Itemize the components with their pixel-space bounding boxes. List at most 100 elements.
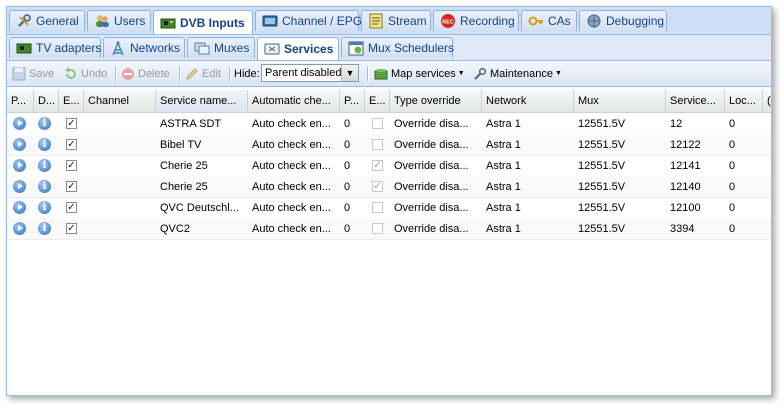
tab-cas[interactable]: CAs [521,10,577,31]
column-header[interactable]: P... [7,90,34,112]
priority-cell[interactable]: 0 [340,155,365,176]
column-header[interactable]: Network [482,90,574,112]
delete-button[interactable]: Delete [121,65,170,82]
table-row[interactable]: i ✓ QVC Deutschl... Auto check en... 0 Overri… [7,197,771,219]
local-cell[interactable]: 0 [725,113,763,134]
type-override-cell[interactable]: Override disa... [390,176,482,197]
column-header[interactable]: Service... [666,90,725,112]
auto-check-cell[interactable]: Auto check en... [248,197,340,218]
auto-check-cell[interactable]: Auto check en... [248,113,340,134]
table-row[interactable]: i ✓ Cherie 25 Auto check en... 0 ✓ Override di… [7,176,771,198]
auto-check-cell[interactable]: Auto check en... [248,134,340,155]
channel-cell[interactable] [84,134,156,155]
channel-cell[interactable] [84,113,156,134]
encrypted-checkbox[interactable] [372,118,383,129]
column-header[interactable]: E... [59,90,84,112]
enabled-cell[interactable]: ✓ [62,176,84,197]
table-row[interactable]: i ✓ QVC2 Auto check en... 0 Override disa... A… [7,218,771,240]
tab-general[interactable]: General [9,10,85,31]
network-cell[interactable]: Astra 1 [482,113,574,134]
mux-cell[interactable]: 12551.5V [574,218,666,239]
enabled-checkbox[interactable]: ✓ [66,118,77,129]
save-button[interactable]: Save [12,65,54,82]
enabled-cell[interactable]: ✓ [62,197,84,218]
network-cell[interactable]: Astra 1 [482,176,574,197]
tab-channel-epg[interactable]: Channel / EPG [255,10,362,31]
encrypted-checkbox[interactable] [372,139,383,150]
enabled-cell[interactable]: ✓ [62,134,84,155]
encrypted-cell[interactable] [368,218,390,239]
encrypted-checkbox[interactable] [372,202,383,213]
play-icon[interactable] [13,159,26,172]
details-cell[interactable]: i [34,197,59,218]
tab-tv-adapters[interactable]: TV adapters [9,37,101,58]
column-header[interactable]: Loc... [725,90,763,112]
mux-cell[interactable]: 12551.5V [574,197,666,218]
network-cell[interactable]: Astra 1 [482,197,574,218]
encrypted-checkbox[interactable] [372,223,383,234]
encrypted-checkbox[interactable]: ✓ [372,181,383,192]
local-cell[interactable]: 0 [725,155,763,176]
play-icon[interactable] [13,201,26,214]
play-cell[interactable] [9,155,34,176]
enabled-checkbox[interactable]: ✓ [66,223,77,234]
play-cell[interactable] [9,113,34,134]
priority-cell[interactable]: 0 [340,113,365,134]
column-header[interactable]: D... [34,90,59,112]
service-name-cell[interactable]: ASTRA SDT [156,113,248,134]
hide-select[interactable]: Parent disabled ▼ [261,64,359,82]
service-name-cell[interactable]: QVC2 [156,218,248,239]
play-icon[interactable] [13,138,26,151]
info-icon[interactable]: i [38,117,51,130]
service-id-cell[interactable]: 12122 [666,134,725,155]
priority-cell[interactable]: 0 [340,197,365,218]
network-cell[interactable]: Astra 1 [482,218,574,239]
details-cell[interactable]: i [34,176,59,197]
service-id-cell[interactable]: 12141 [666,155,725,176]
type-override-cell[interactable]: Override disa... [390,113,482,134]
encrypted-checkbox[interactable]: ✓ [372,160,383,171]
edit-button[interactable]: Edit [185,65,221,82]
tab-dvb-inputs[interactable]: DVB Inputs [153,10,253,34]
type-override-cell[interactable]: Override disa... [390,155,482,176]
enabled-cell[interactable]: ✓ [62,218,84,239]
details-cell[interactable]: i [34,155,59,176]
tab-mux-schedulers[interactable]: Mux Schedulers [341,37,454,58]
auto-check-cell[interactable]: Auto check en... [248,155,340,176]
tab-muxes[interactable]: Muxes [187,37,255,58]
column-header[interactable]: E... [365,90,390,112]
tab-networks[interactable]: Networks [103,37,185,58]
channel-cell[interactable] [84,218,156,239]
encrypted-cell[interactable] [368,197,390,218]
column-header[interactable]: Service name... [156,90,248,112]
local-cell[interactable]: 0 [725,197,763,218]
maintenance-button[interactable]: Maintenance ▼ [473,65,562,82]
channel-cell[interactable] [84,197,156,218]
column-header[interactable]: Mux [574,90,666,112]
mux-cell[interactable]: 12551.5V [574,113,666,134]
tab-services[interactable]: Services [257,37,339,60]
play-cell[interactable] [9,197,34,218]
enabled-checkbox[interactable]: ✓ [66,139,77,150]
map-services-button[interactable]: Map services ▼ [374,65,465,82]
tab-stream[interactable]: Stream [361,10,431,31]
info-icon[interactable]: i [38,159,51,172]
channel-cell[interactable] [84,155,156,176]
service-name-cell[interactable]: QVC Deutschl... [156,197,248,218]
priority-cell[interactable]: 0 [340,134,365,155]
service-name-cell[interactable]: Cherie 25 [156,155,248,176]
encrypted-cell[interactable]: ✓ [368,176,390,197]
service-name-cell[interactable]: Cherie 25 [156,176,248,197]
service-id-cell[interactable]: 12140 [666,176,725,197]
priority-cell[interactable]: 0 [340,218,365,239]
encrypted-cell[interactable]: ✓ [368,155,390,176]
tab-debugging[interactable]: Debugging [579,10,667,31]
column-header[interactable]: Channel [84,90,156,112]
mux-cell[interactable]: 12551.5V [574,176,666,197]
details-cell[interactable]: i [34,113,59,134]
table-row[interactable]: i ✓ Bibel TV Auto check en... 0 Override disa… [7,134,771,156]
tab-recording[interactable]: REC Recording [433,10,519,31]
info-icon[interactable]: i [38,201,51,214]
table-row[interactable]: i ✓ Cherie 25 Auto check en... 0 ✓ Override di… [7,155,771,177]
local-cell[interactable]: 0 [725,134,763,155]
